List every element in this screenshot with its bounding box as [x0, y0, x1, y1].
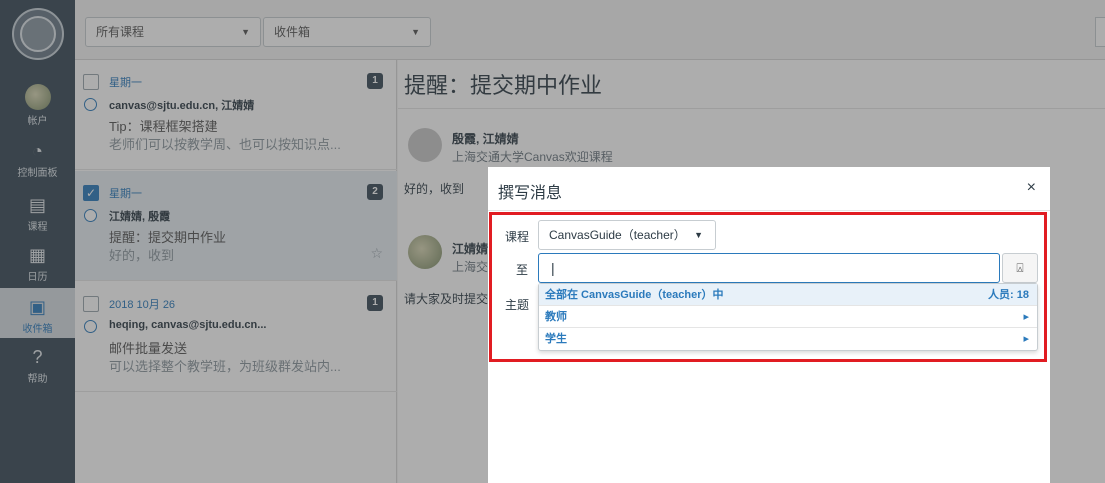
close-icon[interactable]: ×	[1027, 179, 1036, 197]
highlight-box	[489, 212, 1047, 362]
dialog-title: 撰写消息	[498, 185, 563, 202]
dialog-header: 撰写消息 ×	[488, 167, 1050, 211]
